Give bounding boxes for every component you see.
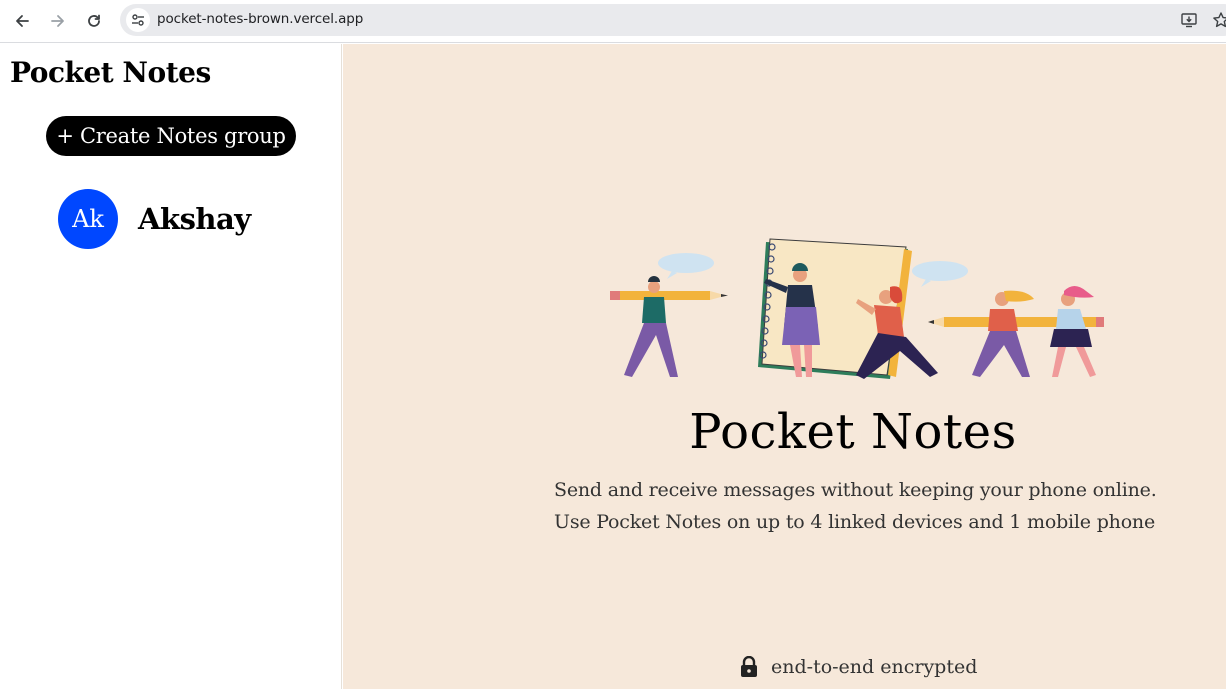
bookmark-star-icon[interactable] [1212,11,1226,29]
url-text: pocket-notes-brown.vercel.app [157,11,364,27]
create-notes-group-button[interactable]: + Create Notes group [46,116,296,156]
hero-description-line: Use Pocket Notes on up to 4 linked devic… [554,511,1156,533]
address-bar[interactable]: pocket-notes-brown.vercel.app [120,4,1226,36]
people-with-notebook-illustration [610,238,1104,379]
hero-description: Send and receive messages without keepin… [554,474,1194,538]
browser-toolbar: pocket-notes-brown.vercel.app [0,0,1226,43]
reload-icon[interactable] [82,9,106,33]
group-item-akshay[interactable]: Ak Akshay [58,188,318,250]
group-avatar: Ak [58,189,118,249]
pencil-carriers-right [928,286,1104,377]
encryption-note-text: end-to-end encrypted [771,656,978,678]
install-app-icon[interactable] [1180,11,1198,29]
sidebar-title: Pocket Notes [10,56,211,89]
encryption-note: end-to-end encrypted [739,654,977,680]
hero-title: Pocket Notes [689,404,1017,460]
group-name: Akshay [138,202,251,236]
main-panel: Pocket Notes Send and receive messages w… [343,44,1226,689]
forward-arrow-icon[interactable] [46,9,70,33]
site-info-icon[interactable] [126,8,150,32]
hero-description-line: Send and receive messages without keepin… [554,479,1157,501]
pencil-carrier-left [610,276,728,377]
sidebar: Pocket Notes + Create Notes group Ak Aks… [0,44,342,689]
lock-icon [741,656,757,677]
back-arrow-icon[interactable] [10,9,34,33]
